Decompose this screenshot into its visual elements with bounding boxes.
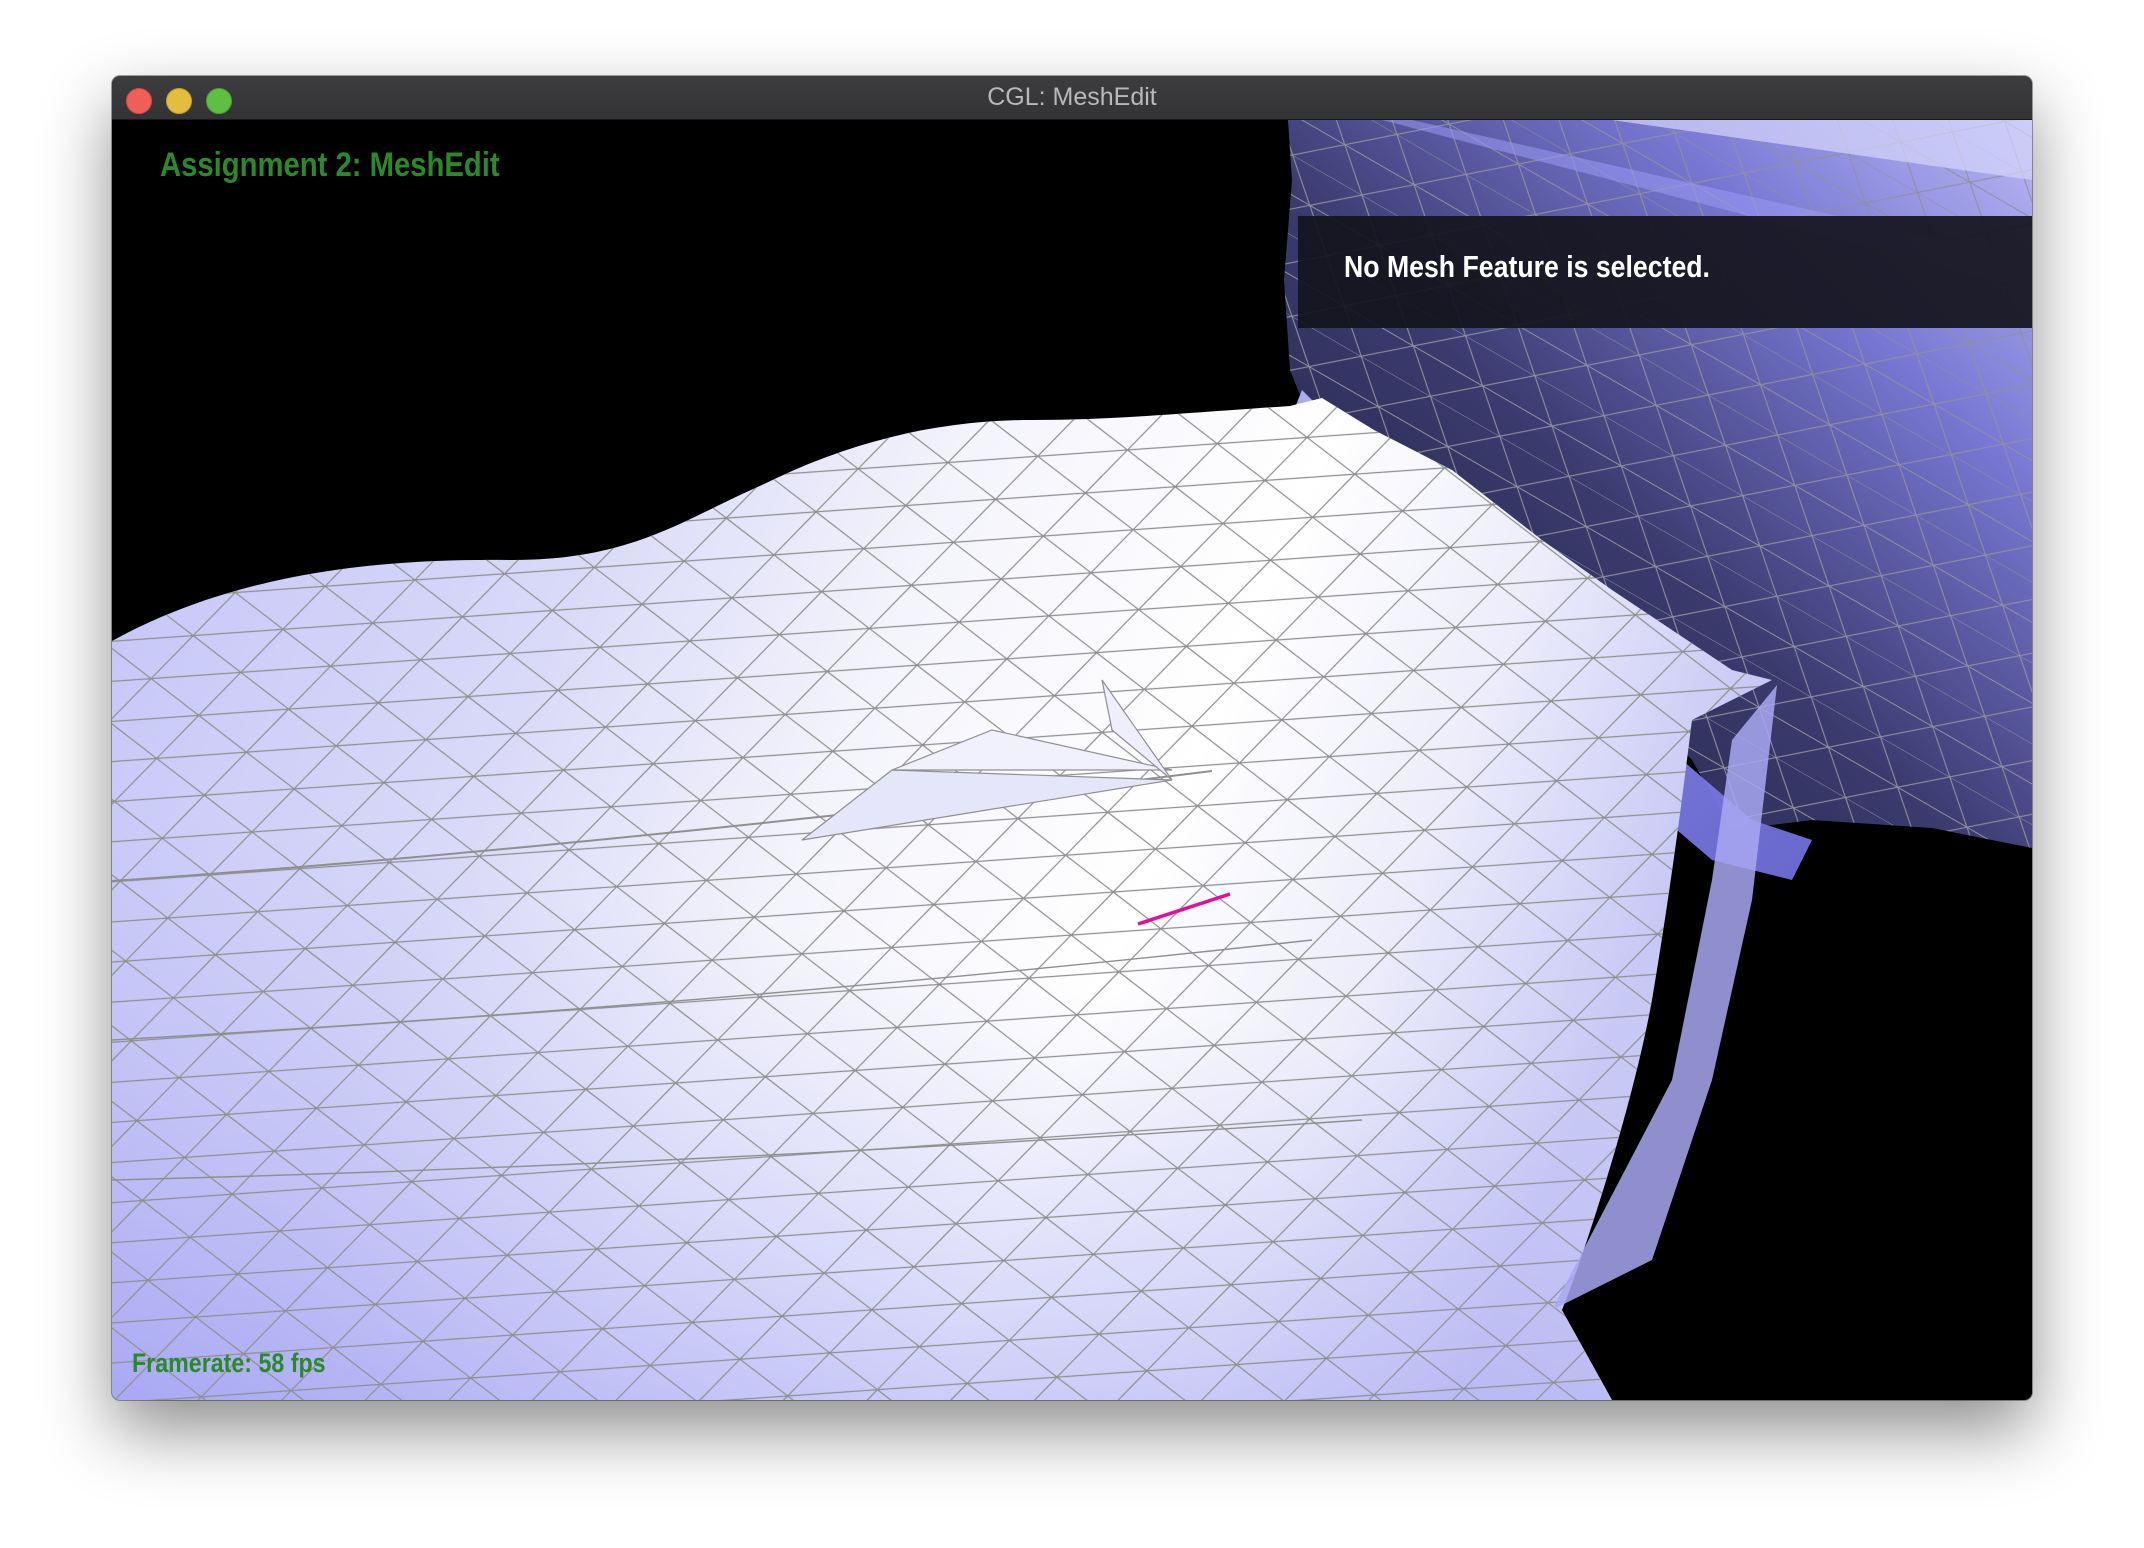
title-bar[interactable]: CGL: MeshEdit: [112, 76, 2032, 120]
app-title: Assignment 2: MeshEdit: [160, 146, 500, 184]
window-title: CGL: MeshEdit: [987, 83, 1157, 111]
framerate-label: Framerate: 58 fps: [132, 1348, 326, 1378]
selection-info-text: No Mesh Feature is selected.: [1344, 249, 1710, 284]
mesh-viewport[interactable]: Assignment 2: MeshEdit No Mesh Feature i…: [112, 120, 2032, 1400]
selection-info-panel: No Mesh Feature is selected.: [1298, 216, 2032, 328]
desktop: CGL: MeshEdit Assignment 2: MeshEdit No …: [0, 0, 2144, 1548]
app-window: CGL: MeshEdit Assignment 2: MeshEdit No …: [112, 76, 2032, 1400]
